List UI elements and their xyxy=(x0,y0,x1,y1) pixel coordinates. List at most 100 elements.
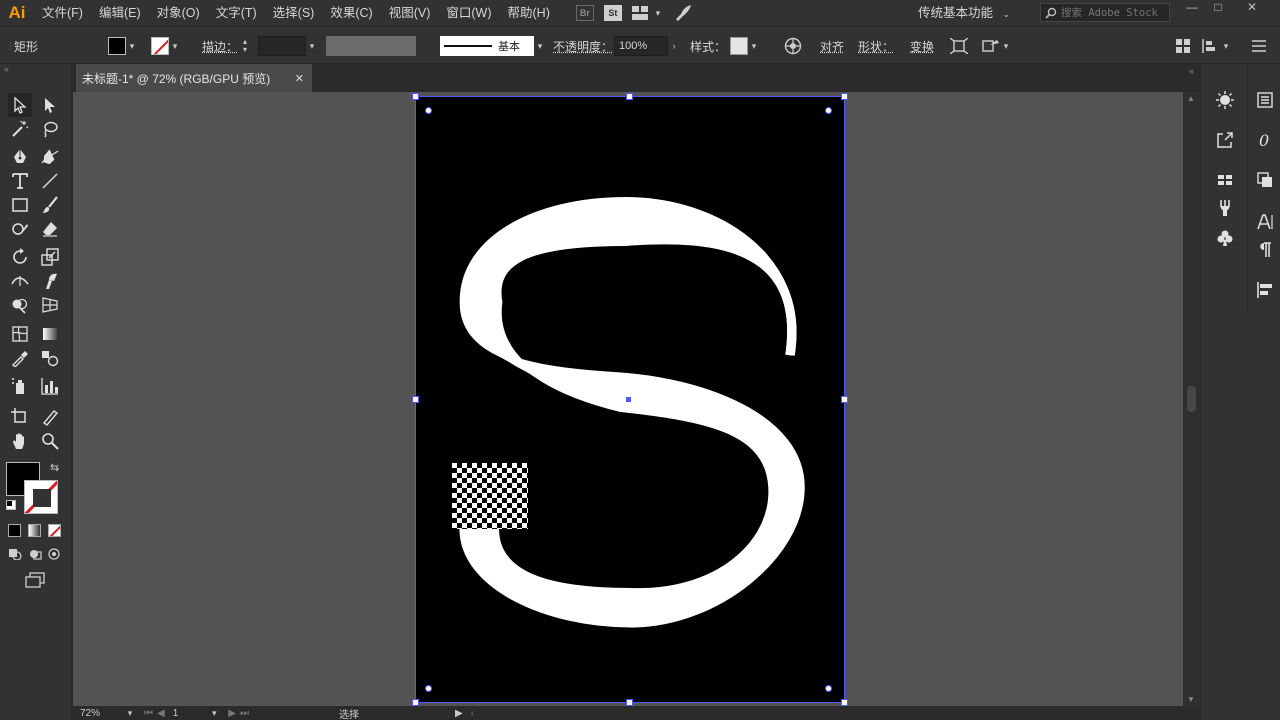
style-swatch[interactable] xyxy=(730,37,748,55)
bridge-button[interactable]: Br xyxy=(576,0,594,26)
gradient-tool-icon[interactable] xyxy=(38,322,62,346)
menu-select[interactable]: 选择(S) xyxy=(265,0,323,26)
stroke-swatch-none[interactable] xyxy=(151,37,169,55)
column-graph-tool-icon[interactable] xyxy=(38,374,62,398)
chevron-down-icon[interactable]: ▾ xyxy=(748,41,760,52)
corner-widget-top-left[interactable] xyxy=(425,107,432,114)
vertical-scrollbar[interactable]: ▲ ▼ xyxy=(1183,92,1200,706)
menu-window[interactable]: 窗口(W) xyxy=(438,0,499,26)
arrange-panels-icon[interactable] xyxy=(1176,27,1190,65)
export-panel-icon[interactable] xyxy=(1213,128,1237,152)
chevron-down-icon[interactable]: ▾ xyxy=(306,41,318,52)
chevron-down-icon[interactable]: ▾ xyxy=(1000,41,1012,52)
menu-help[interactable]: 帮助(H) xyxy=(500,0,558,26)
character-panel-icon[interactable] xyxy=(1253,210,1277,234)
transform-button[interactable]: 变换 xyxy=(910,27,934,65)
handle-middle-right[interactable] xyxy=(841,396,848,403)
search-input[interactable] xyxy=(1061,7,1161,19)
zoom-tool-icon[interactable] xyxy=(38,429,62,453)
prev-artboard-icon[interactable]: ◀ xyxy=(157,708,165,719)
none-mode-icon[interactable] xyxy=(48,524,61,537)
corner-widget-top-right[interactable] xyxy=(825,107,832,114)
handle-top-center[interactable] xyxy=(626,93,633,100)
corner-widget-bottom-left[interactable] xyxy=(425,685,432,692)
lasso-tool-icon[interactable] xyxy=(38,117,62,141)
chevron-down-icon[interactable]: ▾ xyxy=(208,708,220,719)
swap-fill-stroke-icon[interactable]: ⇆ xyxy=(50,461,59,474)
artboard-number[interactable]: 1 xyxy=(173,708,179,719)
scroll-up-icon[interactable]: ▲ xyxy=(1187,94,1195,103)
draw-behind-icon[interactable] xyxy=(28,548,42,560)
curvature-tool-icon[interactable] xyxy=(38,145,62,169)
close-tab-icon[interactable]: ✕ xyxy=(295,72,304,85)
menu-file[interactable]: 文件(F) xyxy=(34,0,91,26)
collapse-arrows-icon[interactable]: « xyxy=(1189,66,1194,76)
zoom-level[interactable]: 72% xyxy=(80,708,100,719)
paintbrush-tool-icon[interactable] xyxy=(38,193,62,217)
minimize-button[interactable]: — xyxy=(1180,0,1204,14)
color-panel-icon[interactable] xyxy=(1213,88,1237,112)
corner-widget-bottom-right[interactable] xyxy=(825,685,832,692)
line-segment-tool-icon[interactable] xyxy=(38,169,62,193)
close-window-button[interactable]: ✕ xyxy=(1240,0,1264,14)
shaper-tool-icon[interactable] xyxy=(8,217,32,241)
width-tool-icon[interactable] xyxy=(8,269,32,293)
handle-bottom-left[interactable] xyxy=(412,699,419,706)
first-artboard-icon[interactable]: ⏮ xyxy=(144,708,153,719)
type-tool-icon[interactable] xyxy=(8,169,32,193)
draw-inside-icon[interactable] xyxy=(48,548,62,560)
align-button[interactable]: 对齐 xyxy=(820,27,844,65)
menu-view[interactable]: 视图(V) xyxy=(381,0,439,26)
puppet-warp-tool-icon[interactable] xyxy=(38,269,62,293)
align-panel-icon[interactable] xyxy=(1253,278,1277,302)
status-menu-icon[interactable]: ▶ xyxy=(455,708,463,719)
canvas-area[interactable] xyxy=(73,92,1183,706)
default-fill-stroke-icon[interactable] xyxy=(6,500,16,510)
handle-bottom-center[interactable] xyxy=(626,699,633,706)
chevron-down-icon[interactable]: ▾ xyxy=(534,41,546,52)
variable-width-profile[interactable] xyxy=(326,27,416,65)
stroke-color-control[interactable]: ▾ xyxy=(151,27,181,65)
puppet-warp-icon[interactable]: ▾ xyxy=(982,27,1012,65)
layers-panel-icon[interactable] xyxy=(1253,168,1277,192)
menu-edit[interactable]: 编辑(E) xyxy=(91,0,149,26)
panel-menu-icon[interactable] xyxy=(1252,27,1266,65)
chevron-right-icon[interactable]: › xyxy=(668,41,680,51)
properties-panel-icon[interactable] xyxy=(1253,88,1277,112)
swatches-panel-icon[interactable] xyxy=(1213,168,1237,192)
draw-normal-icon[interactable] xyxy=(8,548,22,560)
blend-tool-icon[interactable] xyxy=(38,346,62,370)
pen-tool-icon[interactable] xyxy=(8,145,32,169)
hand-tool-icon[interactable] xyxy=(8,429,32,453)
shape-label[interactable]: 形状： xyxy=(858,27,894,65)
stroke-label[interactable]: 描边： xyxy=(202,27,238,65)
brush-definition[interactable]: 基本 ▾ xyxy=(440,27,546,65)
chevron-down-icon[interactable]: ▾ xyxy=(169,41,181,52)
opacity-field[interactable]: 100% › xyxy=(614,27,680,65)
rotate-tool-icon[interactable] xyxy=(8,245,32,269)
gradient-mode-icon[interactable] xyxy=(28,524,41,537)
stroke-weight-stepper[interactable]: ▴ ▾ xyxy=(243,27,247,65)
stock-button[interactable]: St xyxy=(604,0,622,26)
rectangle-tool-icon[interactable] xyxy=(8,193,32,217)
mesh-tool-icon[interactable] xyxy=(8,322,32,346)
magic-wand-tool-icon[interactable] xyxy=(8,117,32,141)
hscroll-left-icon[interactable]: ‹ xyxy=(471,708,474,719)
recolor-artwork-icon[interactable] xyxy=(784,27,802,65)
last-artboard-icon[interactable]: ⏭ xyxy=(240,708,249,719)
isolate-group-icon[interactable] xyxy=(950,27,968,65)
brushes-panel-icon[interactable] xyxy=(1213,196,1237,220)
fill-swatch[interactable] xyxy=(108,37,126,55)
artboard-tool-icon[interactable] xyxy=(8,405,32,429)
symbol-sprayer-tool-icon[interactable] xyxy=(8,374,32,398)
opacity-label[interactable]: 不透明度： xyxy=(553,27,613,65)
document-tab[interactable]: 未标题-1* @ 72% (RGB/GPU 预览) ✕ xyxy=(76,64,312,92)
paragraph-panel-icon[interactable] xyxy=(1253,238,1277,262)
glyphs-panel-icon[interactable]: 0 xyxy=(1253,128,1277,152)
screen-mode-icon[interactable] xyxy=(24,572,46,588)
scroll-down-icon[interactable]: ▼ xyxy=(1187,695,1195,704)
color-mode-icon[interactable] xyxy=(8,524,21,537)
eyedropper-tool-icon[interactable] xyxy=(8,346,32,370)
collapse-arrows-icon[interactable]: « xyxy=(4,64,9,74)
scale-tool-icon[interactable] xyxy=(38,245,62,269)
